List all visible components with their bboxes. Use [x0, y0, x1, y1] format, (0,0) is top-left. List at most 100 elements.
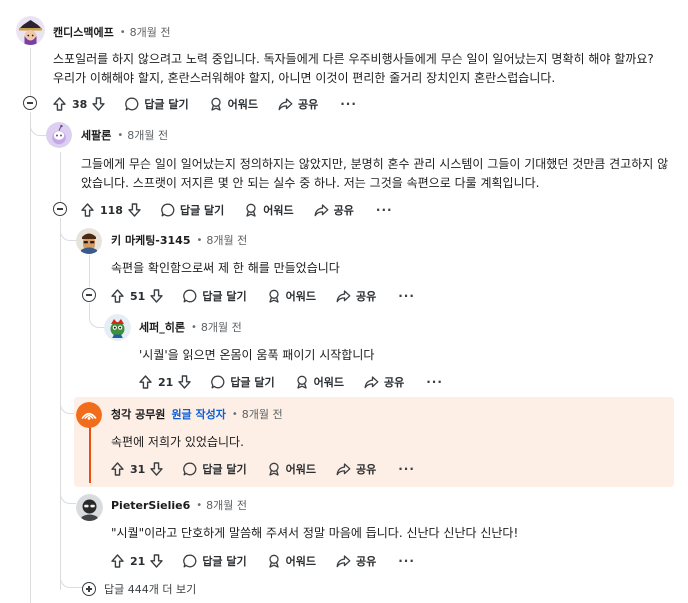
- award-button[interactable]: 어워드: [295, 374, 344, 390]
- reply-button[interactable]: 답글 달기: [211, 374, 275, 390]
- award-label: 어워드: [313, 376, 344, 389]
- timestamp[interactable]: 8개월 전: [206, 232, 247, 248]
- downvote-button[interactable]: [150, 462, 164, 476]
- downvote-button[interactable]: [178, 375, 192, 389]
- author-name[interactable]: 청각 공무원: [111, 406, 165, 422]
- award-button[interactable]: 어워드: [267, 553, 316, 569]
- collapse-button[interactable]: [53, 202, 67, 216]
- share-button[interactable]: 공유: [336, 288, 376, 304]
- comment-meta: 세팔론 • 8개월 전: [81, 127, 168, 143]
- share-label: 공유: [356, 290, 377, 303]
- share-button[interactable]: 공유: [314, 202, 354, 218]
- more-options-button[interactable]: ···: [426, 375, 443, 389]
- reply-button[interactable]: 답글 달기: [125, 96, 189, 112]
- avatar[interactable]: [76, 228, 102, 254]
- reply-label: 답글 달기: [230, 376, 275, 389]
- upvote-button[interactable]: [111, 462, 124, 476]
- comment-actions: 21 답글 달기 어워드 공유 ···: [139, 374, 443, 390]
- vote-count: 118: [100, 203, 123, 217]
- vote-count: 21: [130, 554, 146, 568]
- share-button[interactable]: 공유: [336, 461, 376, 477]
- more-replies-link[interactable]: 답글 444개 더 보기: [82, 581, 196, 597]
- downvote-button[interactable]: [150, 289, 164, 303]
- award-button[interactable]: 어워드: [244, 202, 294, 218]
- avatar[interactable]: [76, 402, 102, 428]
- comment-actions: 51 답글 달기 어워드 공유 ···: [111, 288, 415, 304]
- upvote-button[interactable]: [81, 203, 94, 217]
- share-label: 공유: [384, 376, 405, 389]
- award-label: 어워드: [285, 555, 316, 568]
- separator-dot: •: [196, 234, 203, 246]
- award-icon: [268, 462, 279, 476]
- timestamp[interactable]: 8개월 전: [206, 497, 247, 513]
- vote-count: 51: [130, 289, 146, 303]
- share-icon: [336, 463, 351, 476]
- upvote-button[interactable]: [111, 289, 124, 303]
- timestamp[interactable]: 8개월 전: [201, 319, 242, 335]
- timestamp[interactable]: 8개월 전: [130, 24, 171, 40]
- comment-actions: 31 답글 달기 어워드 공유 ···: [111, 461, 415, 477]
- separator-dot: •: [117, 129, 124, 141]
- comment-icon: [183, 554, 197, 568]
- collapse-button[interactable]: [23, 96, 37, 110]
- comment-body: "시퀄"이라고 단호하게 말씀해 주셔서 정말 마음에 듭니다. 신난다 신난다…: [111, 526, 519, 540]
- avatar[interactable]: [76, 494, 103, 521]
- expand-plus-icon: [82, 582, 96, 596]
- downvote-button[interactable]: [128, 203, 141, 217]
- comment-meta: 캔디스맥에프 • 8개월 전: [53, 24, 171, 40]
- comment-icon: [183, 289, 197, 303]
- downvote-button[interactable]: [92, 97, 106, 111]
- timestamp[interactable]: 8개월 전: [127, 127, 168, 143]
- author-name[interactable]: 캔디스맥에프: [53, 24, 114, 40]
- author-name[interactable]: 키 마케팅-3145: [111, 232, 191, 248]
- op-badge: 원글 작성자: [171, 408, 226, 421]
- downvote-icon: [128, 203, 141, 217]
- vote-count: 31: [130, 462, 146, 476]
- share-icon: [336, 555, 351, 568]
- more-options-button[interactable]: ···: [376, 203, 393, 217]
- comment-icon: [183, 462, 197, 476]
- share-button[interactable]: 공유: [336, 553, 376, 569]
- reply-label: 답글 달기: [202, 290, 247, 303]
- separator-dot: •: [231, 408, 238, 420]
- timestamp[interactable]: 8개월 전: [242, 406, 283, 422]
- comment-meta: 키 마케팅-3145 • 8개월 전: [111, 232, 247, 248]
- avatar[interactable]: [104, 314, 131, 341]
- thread-line-l1: [60, 152, 61, 202]
- author-name[interactable]: 세팔론: [81, 127, 111, 143]
- upvote-icon: [139, 375, 152, 389]
- downvote-button[interactable]: [150, 554, 164, 568]
- award-label: 어워드: [227, 98, 258, 111]
- reply-button[interactable]: 답글 달기: [183, 553, 247, 569]
- reply-button[interactable]: 답글 달기: [183, 288, 247, 304]
- share-button[interactable]: 공유: [364, 374, 404, 390]
- more-options-button[interactable]: ···: [398, 554, 415, 568]
- author-name[interactable]: PieterSielie6: [111, 499, 190, 512]
- more-options-button[interactable]: ···: [340, 97, 357, 111]
- comment-icon: [125, 97, 139, 111]
- more-options-button[interactable]: ···: [398, 289, 415, 303]
- reply-button[interactable]: 답글 달기: [161, 202, 224, 218]
- upvote-icon: [53, 97, 66, 111]
- comment-icon: [161, 203, 175, 217]
- comment-actions: 38 답글 달기 어워드 공유 ···: [53, 96, 357, 112]
- avatar[interactable]: [46, 122, 72, 148]
- collapse-button[interactable]: [82, 288, 96, 302]
- award-button[interactable]: 어워드: [267, 288, 316, 304]
- award-label: 어워드: [285, 290, 316, 303]
- reply-button[interactable]: 답글 달기: [183, 461, 247, 477]
- more-options-button[interactable]: ···: [398, 462, 415, 476]
- award-button[interactable]: 어워드: [267, 461, 316, 477]
- author-name[interactable]: 세퍼_히론: [139, 319, 185, 335]
- comment-actions: 21 답글 달기 어워드 공유 ···: [111, 553, 415, 569]
- upvote-button[interactable]: [111, 554, 124, 568]
- upvote-button[interactable]: [53, 97, 66, 111]
- comment-body: 속편을 확인함으로써 제 한 해를 만들었습니다: [111, 261, 340, 275]
- downvote-icon: [92, 97, 106, 111]
- award-button[interactable]: 어워드: [209, 96, 258, 112]
- thread-elbow: [60, 490, 76, 504]
- upvote-button[interactable]: [139, 375, 152, 389]
- avatar[interactable]: [16, 16, 45, 45]
- share-button[interactable]: 공유: [278, 96, 318, 112]
- comment-meta: PieterSielie6 • 8개월 전: [111, 497, 247, 513]
